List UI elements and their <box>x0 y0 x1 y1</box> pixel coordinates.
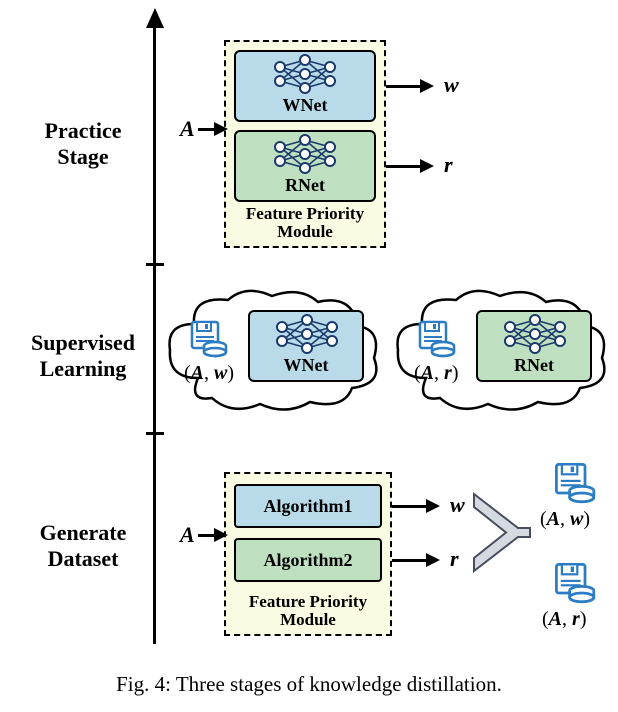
nn-icon-wnet-practice <box>270 53 340 95</box>
pair-Aw-cloud: (A, w) <box>184 362 234 385</box>
pair-Ar-cloud: (A, r) <box>414 362 458 385</box>
disk-icon-Ar-output <box>552 560 596 604</box>
var-w-generate: w <box>450 492 465 518</box>
rnet-label-practice: RNet <box>285 175 325 196</box>
stage-label-generate: GenerateDataset <box>28 520 138 573</box>
var-A-generate: A <box>180 522 195 548</box>
axis-tick-top <box>146 263 164 266</box>
arrow-w-generate <box>392 505 428 508</box>
arrow-r-practice <box>386 165 422 168</box>
wnet-label-supervised: WNet <box>284 355 329 376</box>
var-r-generate: r <box>450 546 459 572</box>
nn-icon-wnet-supervised <box>272 313 342 355</box>
stage-label-practice-text: PracticeStage <box>45 118 122 169</box>
nn-icon-rnet-practice <box>270 133 340 175</box>
algo2-label: Algorithm2 <box>264 550 353 571</box>
stage-label-practice: PracticeStage <box>28 118 138 171</box>
arrow-w-practice <box>386 85 422 88</box>
arrow-r-generate-head <box>426 553 440 567</box>
pair-Aw-output: (A, w) <box>540 508 590 531</box>
arrow-A-generate-head <box>214 528 228 542</box>
converge-arrow <box>470 490 540 575</box>
arrow-r-practice-head <box>420 159 434 173</box>
arrow-A-practice-head <box>214 122 228 136</box>
arrow-w-practice-head <box>420 79 434 93</box>
pair-Ar-output: (A, r) <box>542 608 586 631</box>
rnet-label-supervised: RNet <box>514 355 554 376</box>
var-w-practice: w <box>444 72 459 98</box>
disk-icon-Aw-output <box>552 460 596 504</box>
figure-caption: Fig. 4: Three stages of knowledge distil… <box>0 672 618 697</box>
axis-arrow-up <box>146 8 164 28</box>
stage-label-supervised: SupervisedLearning <box>20 330 146 383</box>
disk-icon-rnet-cloud <box>416 318 456 358</box>
fp-caption-generate: Feature PriorityModule <box>226 593 390 630</box>
wnet-label-practice: WNet <box>283 95 328 116</box>
arrow-r-generate <box>392 559 428 562</box>
algo2-box: Algorithm2 <box>234 538 382 582</box>
axis-tick-bottom <box>146 432 164 435</box>
var-A-practice: A <box>180 116 195 142</box>
algo1-box: Algorithm1 <box>234 484 382 528</box>
stage-label-supervised-text: SupervisedLearning <box>31 330 135 381</box>
algo1-label: Algorithm1 <box>264 496 353 517</box>
arrow-w-generate-head <box>426 499 440 513</box>
nn-icon-rnet-supervised <box>500 313 570 355</box>
stage-label-generate-text: GenerateDataset <box>40 520 127 571</box>
fp-caption-practice: Feature PriorityModule <box>226 205 384 242</box>
disk-icon-wnet-cloud <box>188 318 228 358</box>
var-r-practice: r <box>444 152 453 178</box>
axis-line <box>153 26 156 644</box>
